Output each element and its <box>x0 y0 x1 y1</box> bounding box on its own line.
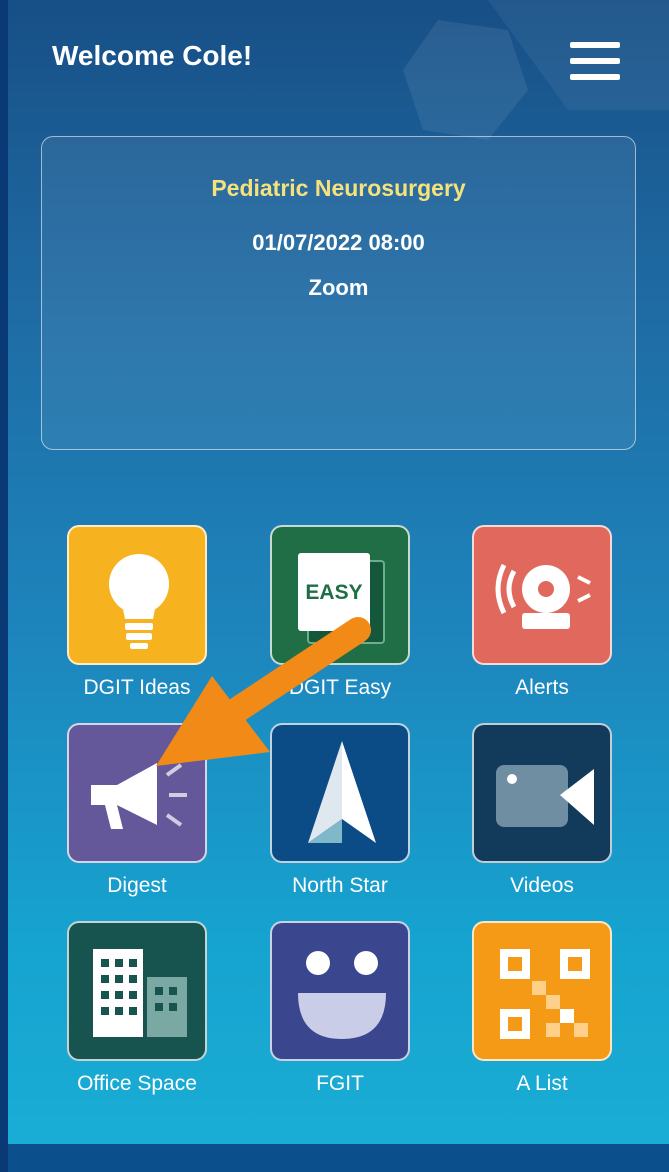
app-label: A List <box>516 1072 568 1095</box>
event-location: Zoom <box>308 275 369 300</box>
app-tile-a-list[interactable] <box>472 921 612 1061</box>
event-card[interactable]: Pediatric Neurosurgery 01/07/2022 08:00 … <box>41 136 636 450</box>
north-star-icon <box>308 741 376 843</box>
app-label: North Star <box>292 874 388 897</box>
easy-book-icon: EASY <box>298 553 385 644</box>
app-label: Digest <box>107 874 167 897</box>
hamburger-menu-icon[interactable] <box>570 40 624 82</box>
app-tile-fgit[interactable] <box>270 921 410 1061</box>
app-label: DGIT Ideas <box>83 676 191 699</box>
event-name: Pediatric Neurosurgery <box>211 175 466 201</box>
lightbulb-icon <box>109 554 169 649</box>
app-label: FGIT <box>316 1072 364 1095</box>
app-tile-digest[interactable] <box>67 723 207 863</box>
smiley-face-icon <box>298 951 386 1039</box>
app-tile-videos[interactable] <box>472 723 612 863</box>
office-building-icon <box>93 949 187 1037</box>
bottom-bar <box>8 1144 669 1172</box>
app-label: Alerts <box>515 676 569 699</box>
app-label: Office Space <box>77 1072 197 1095</box>
qr-code-icon <box>500 949 590 1039</box>
app-tile-alerts[interactable] <box>472 525 612 665</box>
app-label: DGIT Easy <box>288 676 392 699</box>
app-screen: Welcome Cole! Pediatric Neurosurgery 01/… <box>8 0 669 1172</box>
left-edge <box>0 0 8 1172</box>
video-camera-icon <box>496 765 594 827</box>
megaphone-icon <box>91 763 187 829</box>
easy-badge-text: EASY <box>305 581 362 604</box>
welcome-title: Welcome Cole! <box>52 40 253 71</box>
alarm-bell-icon <box>495 563 591 629</box>
app-tile-office-space[interactable] <box>67 921 207 1061</box>
app-tile-dgit-easy[interactable]: EASY <box>270 525 410 665</box>
app-tile-north-star[interactable] <box>270 723 410 863</box>
app-tile-dgit-ideas[interactable] <box>67 525 207 665</box>
app-label: Videos <box>510 874 574 897</box>
event-datetime: 01/07/2022 08:00 <box>252 230 425 255</box>
